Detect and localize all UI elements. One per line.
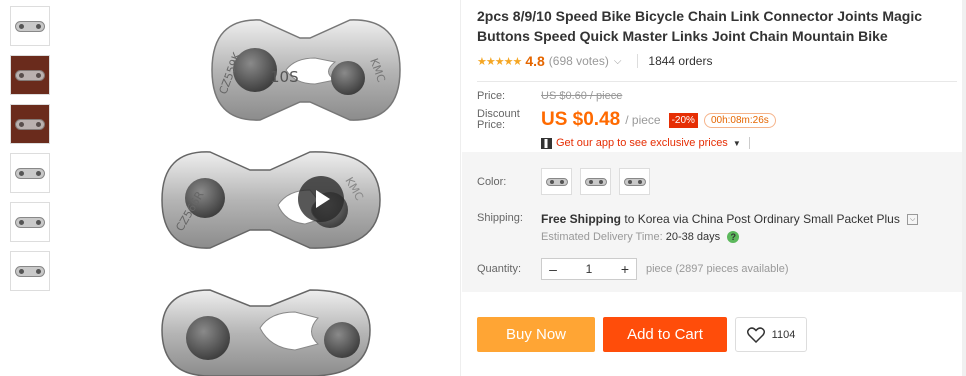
thumbnail-2[interactable] (10, 55, 50, 95)
chain-link-icon (545, 177, 568, 186)
orders-count: 1844 orders (648, 54, 713, 68)
shipping-info: Free Shipping to Korea via China Post Or… (541, 212, 919, 243)
product-info: 2pcs 8/9/10 Speed Bike Bicycle Chain Lin… (477, 0, 957, 149)
product-page: CZ559K 10S KMC CZ566R KMC 2pcs 8/9/10 Sp… (0, 0, 966, 376)
chain-link-icon (15, 118, 45, 130)
thumbnail-6[interactable] (10, 251, 50, 291)
chain-link-icon (15, 216, 45, 228)
chain-link-icon (623, 177, 646, 186)
free-shipping: Free Shipping (541, 212, 622, 226)
scrollbar[interactable] (962, 0, 966, 376)
shipping-destination: to Korea via China Post Ordinary Small P… (624, 212, 900, 226)
thumbnail-1[interactable] (10, 6, 50, 46)
divider (460, 0, 461, 376)
divider (637, 54, 639, 68)
divider (477, 81, 957, 82)
quantity-label: Quantity: (477, 263, 522, 275)
availability: piece (2897 pieces available) (646, 263, 789, 275)
shipping-row: Shipping: Free Shipping to Korea via Chi… (477, 212, 919, 243)
shipping-label: Shipping: (477, 212, 523, 224)
discount-label: Discount Price: (477, 108, 520, 131)
color-option-1[interactable] (541, 168, 572, 195)
shipping-method[interactable]: Free Shipping to Korea via China Post Or… (541, 212, 919, 226)
product-title: 2pcs 8/9/10 Speed Bike Bicycle Chain Lin… (477, 8, 923, 44)
chain-link-icon (584, 177, 607, 186)
app-promo[interactable]: Get our app to see exclusive prices ▼ (541, 137, 957, 149)
decrease-button[interactable]: – (542, 259, 564, 279)
chain-link-icon (15, 167, 45, 179)
delivery-time: Estimated Delivery Time: 20-38 days ? (541, 231, 918, 243)
thumbnail-5[interactable] (10, 202, 50, 242)
quantity-stepper: – + (541, 258, 637, 280)
chain-links-photo: CZ559K 10S KMC CZ566R KMC (161, 19, 401, 376)
rating-value[interactable]: 4.8 (525, 53, 544, 69)
play-video-button[interactable] (298, 176, 344, 222)
add-to-cart-button[interactable]: Add to Cart (603, 317, 727, 352)
wishlist-count: 1104 (771, 328, 796, 341)
buy-now-button[interactable]: Buy Now (477, 317, 595, 352)
per-unit: / piece (625, 113, 661, 127)
quantity-input[interactable] (564, 259, 614, 279)
original-price-row: Price: US $0.60 / piece (477, 90, 957, 103)
original-price: US $0.60 / piece (541, 90, 623, 102)
color-label: Color: (477, 175, 507, 188)
qr-code-icon (541, 137, 552, 149)
wishlist-button[interactable]: 1104 (735, 317, 807, 352)
action-buttons: Buy Now Add to Cart 1104 (477, 317, 807, 352)
thumbnail-list (10, 6, 52, 300)
caret-down-icon[interactable]: ▼ (733, 139, 741, 148)
chain-link-icon (15, 265, 45, 277)
rating-row: ★★★★★ 4.8 (698 votes) ⌵ 1844 orders (477, 49, 957, 73)
color-option-3[interactable] (619, 168, 650, 195)
dropdown-icon[interactable]: ⌵ (907, 214, 919, 226)
chain-link-icon (15, 20, 45, 32)
chain-link-icon (15, 69, 45, 81)
discount-badge: -20% (668, 112, 698, 128)
sku-panel: Color: Shipping: Free Shipping to Korea … (462, 152, 966, 292)
increase-button[interactable]: + (614, 259, 636, 279)
delivery-label: Estimated Delivery Time: (541, 231, 663, 243)
divider (748, 137, 750, 149)
countdown-timer: 00h:08m:26s (703, 112, 776, 128)
votes-count[interactable]: (698 votes) (549, 54, 609, 68)
main-product-image[interactable]: CZ559K 10S KMC CZ566R KMC (60, 0, 460, 376)
heart-icon (746, 326, 765, 343)
app-promo-text[interactable]: Get our app to see exclusive prices (556, 137, 728, 149)
thumbnail-4[interactable] (10, 153, 50, 193)
color-row: Color: (477, 168, 658, 195)
discount-price-row: Discount Price: US $0.48 / piece -20% 00… (477, 109, 957, 131)
star-rating-icon: ★★★★★ (477, 55, 522, 68)
delivery-value: 20-38 days (665, 231, 721, 243)
discount-price: US $0.48 (541, 109, 621, 130)
top-link-size: 10S (270, 68, 299, 86)
color-option-2[interactable] (580, 168, 611, 195)
thumbnail-3[interactable] (10, 104, 50, 144)
question-icon[interactable]: ? (727, 231, 740, 243)
quantity-row: Quantity: – + piece (2897 pieces availab… (477, 258, 788, 280)
price-label: Price: (477, 90, 506, 102)
chevron-down-icon[interactable]: ⌵ (614, 56, 622, 67)
